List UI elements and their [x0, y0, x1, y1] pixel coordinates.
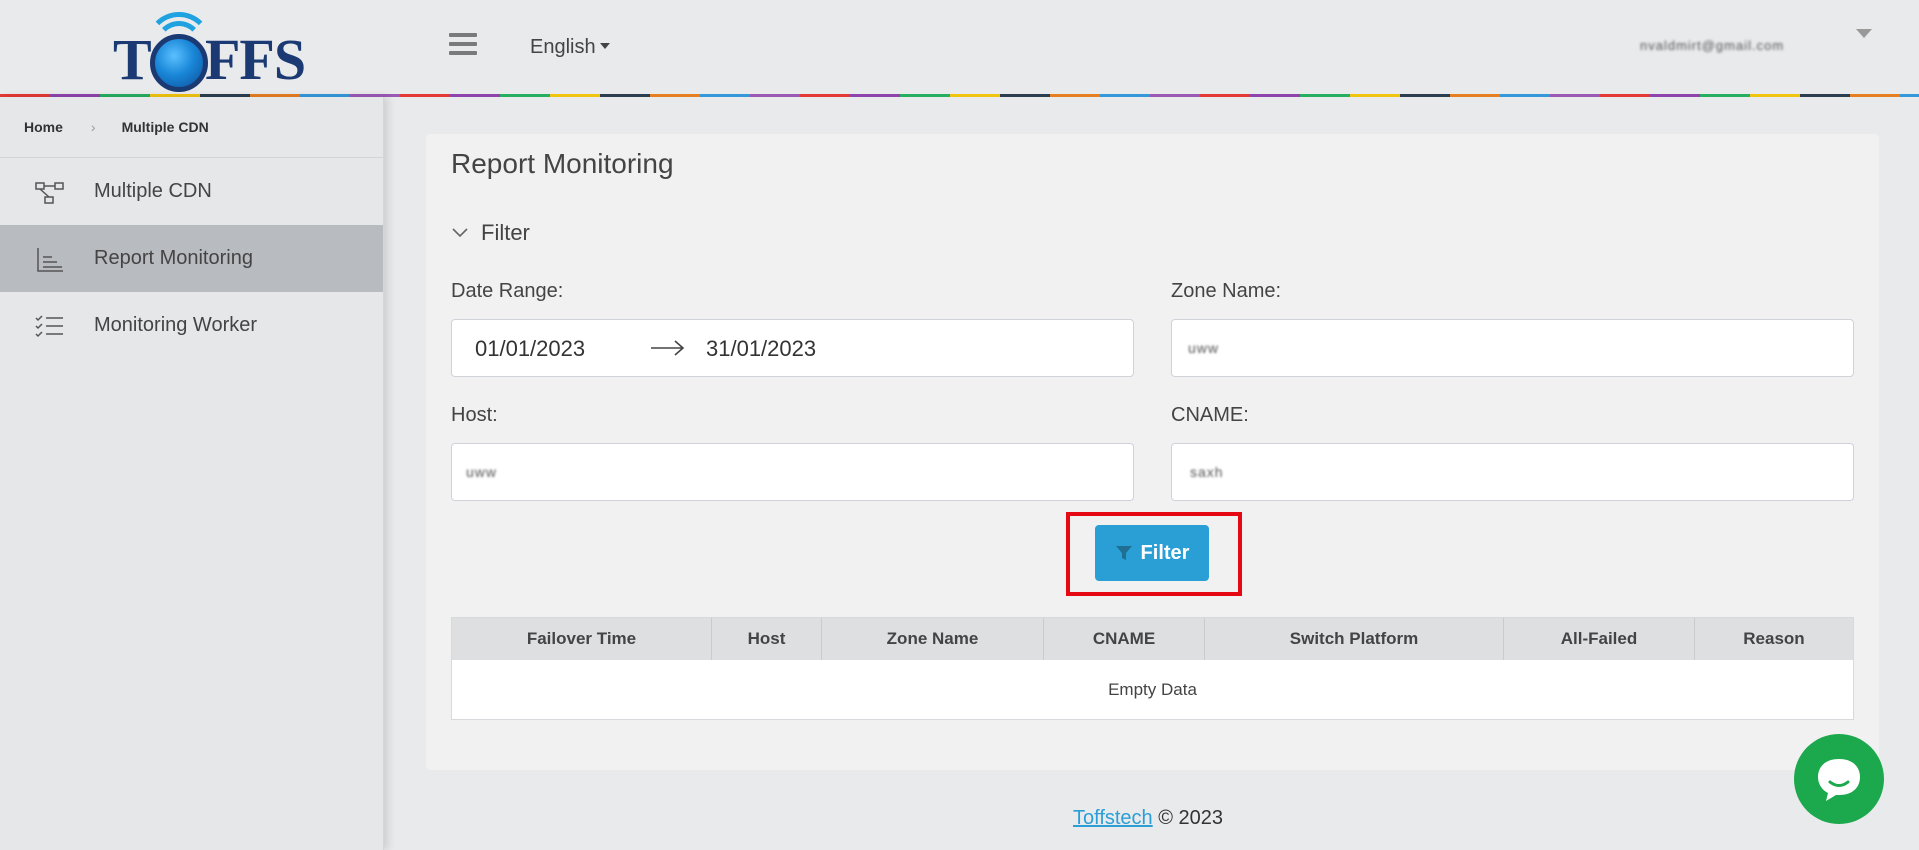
host-field[interactable]: uww: [451, 443, 1134, 501]
toffs-logo[interactable]: T FFS: [110, 10, 306, 92]
user-email[interactable]: nvaldmirt@gmail.com: [1640, 38, 1830, 54]
empty-data-row: Empty Data: [452, 660, 1853, 719]
network-icon: [35, 182, 64, 204]
filter-button-label: Filter: [1140, 541, 1190, 564]
filter-collapse-toggle[interactable]: Filter: [451, 220, 530, 246]
chevron-down-icon: [452, 228, 468, 238]
user-menu-caret-icon[interactable]: [1856, 29, 1872, 38]
funnel-icon: [1115, 546, 1132, 560]
date-start-input[interactable]: 01/01/2023: [475, 336, 585, 362]
footer-link-toffstech[interactable]: Toffstech: [1073, 807, 1153, 829]
arrow-right-icon: [651, 340, 685, 356]
footer: Toffstech © 2023: [1073, 807, 1223, 830]
hamburger-menu-icon[interactable]: [449, 33, 477, 61]
breadcrumb-separator-icon: ›: [90, 119, 96, 135]
sidebar-item-report-monitoring[interactable]: Report Monitoring: [0, 225, 383, 292]
host-label: Host:: [451, 404, 498, 426]
sidebar: Home › Multiple CDN Multiple CDN Report Mo…: [0, 97, 384, 850]
report-card: Report Monitoring Filter Date Range: 01/…: [426, 134, 1879, 770]
breadcrumb-home[interactable]: Home: [24, 119, 63, 135]
date-range-label: Date Range:: [451, 280, 564, 302]
host-value: uww: [466, 464, 498, 480]
cname-label: CNAME:: [1171, 404, 1249, 426]
filter-button[interactable]: Filter: [1095, 525, 1209, 581]
language-label: English: [530, 36, 596, 58]
sidebar-item-label: Report Monitoring: [94, 247, 253, 269]
column-header[interactable]: Switch Platform: [1205, 618, 1504, 660]
column-header[interactable]: Reason: [1695, 618, 1853, 660]
column-header[interactable]: Failover Time: [452, 618, 712, 660]
breadcrumb-current: Multiple CDN: [121, 119, 209, 135]
chart-icon: [37, 248, 63, 272]
cname-field[interactable]: saxh: [1171, 443, 1854, 501]
column-header[interactable]: Zone Name: [822, 618, 1044, 660]
sidebar-item-label: Multiple CDN: [94, 180, 212, 202]
report-table: Failover Time Host Zone Name CNAME Switc…: [451, 617, 1854, 720]
date-range-picker[interactable]: 01/01/2023 31/01/2023: [451, 319, 1134, 377]
zone-name-value: uww: [1188, 340, 1220, 356]
page-title: Report Monitoring: [451, 148, 674, 179]
language-dropdown[interactable]: English: [530, 36, 610, 59]
breadcrumb: Home › Multiple CDN: [0, 97, 383, 158]
sidebar-item-monitoring-worker[interactable]: Monitoring Worker: [0, 292, 383, 359]
sidebar-item-label: Monitoring Worker: [94, 314, 258, 336]
top-header: T FFS English nvaldmirt@gmail.com: [0, 0, 1919, 96]
table-header: Failover Time Host Zone Name CNAME Switc…: [452, 618, 1853, 660]
date-end-input[interactable]: 31/01/2023: [706, 336, 816, 362]
cname-value: saxh: [1190, 464, 1224, 480]
column-header[interactable]: CNAME: [1044, 618, 1205, 660]
column-header[interactable]: Host: [712, 618, 822, 660]
footer-copyright: © 2023: [1158, 807, 1224, 829]
caret-down-icon: [599, 43, 610, 49]
column-header[interactable]: All-Failed: [1504, 618, 1695, 660]
chat-widget-button[interactable]: [1794, 734, 1884, 824]
filter-section-title: Filter: [481, 220, 530, 245]
logo-globe-icon: [150, 34, 208, 92]
zone-name-label: Zone Name:: [1171, 280, 1282, 302]
sidebar-item-multiple-cdn[interactable]: Multiple CDN: [0, 158, 383, 225]
checklist-icon: [35, 315, 63, 338]
chat-icon: [1818, 759, 1860, 801]
zone-name-field[interactable]: uww: [1171, 319, 1854, 377]
